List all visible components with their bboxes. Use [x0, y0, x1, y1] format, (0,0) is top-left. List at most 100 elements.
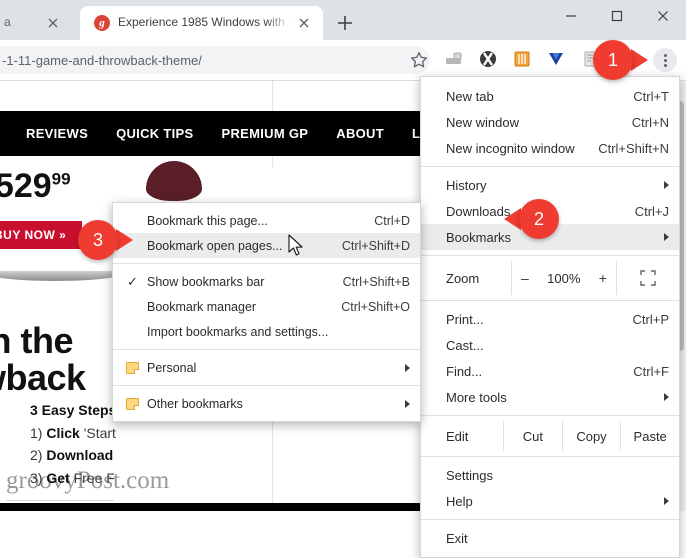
- address-bar[interactable]: -1-11-game-and-throwback-theme/: [0, 46, 430, 74]
- menu-item-label: New incognito window: [446, 140, 575, 156]
- callout-tail: [116, 229, 133, 251]
- hat-image: [146, 161, 202, 201]
- menu-item-label: Print...: [446, 311, 484, 327]
- zoom-out-button[interactable]: –: [521, 270, 529, 286]
- edit-label: Edit: [421, 421, 504, 451]
- menu-item-new-tab[interactable]: New tab Ctrl+T: [421, 83, 679, 109]
- folder-icon: [126, 361, 139, 374]
- buy-now-button[interactable]: BUY NOW »: [0, 221, 83, 249]
- bookmarks-submenu: Bookmark this page... Ctrl+D Bookmark op…: [112, 202, 421, 422]
- menu-item-exit[interactable]: Exit: [421, 525, 679, 551]
- submenu-item-label: Other bookmarks: [147, 396, 243, 411]
- ad-price-dollars: 1529: [0, 167, 52, 205]
- callout-badge-1: 1: [593, 40, 648, 80]
- nav-item-reviews[interactable]: REVIEWS: [26, 126, 88, 141]
- menu-item-new-incognito-window[interactable]: New incognito window Ctrl+Shift+N: [421, 135, 679, 161]
- bookmark-folder-other-bookmarks[interactable]: Other bookmarks: [113, 391, 420, 416]
- chevron-right-icon: [405, 399, 410, 408]
- close-icon[interactable]: [46, 16, 60, 30]
- three-dot-glyph: [663, 53, 667, 67]
- menu-item-label: New tab: [446, 88, 494, 104]
- zoom-controls: – 100% +: [511, 261, 617, 295]
- watermark-underline: [6, 500, 114, 501]
- menu-item-label: History: [446, 177, 487, 193]
- submenu-item-label: Bookmark this page...: [147, 213, 268, 228]
- menu-zoom-row: Zoom – 100% +: [421, 261, 679, 295]
- zoom-in-button[interactable]: +: [599, 270, 607, 286]
- cut-button[interactable]: Cut: [504, 421, 563, 451]
- chevron-right-icon: [664, 497, 669, 505]
- chevron-right-icon: [664, 233, 669, 241]
- callout-badge-2: 2: [504, 199, 559, 239]
- browser-toolbar: -1-11-game-and-throwback-theme/: [0, 40, 686, 81]
- menu-item-settings[interactable]: Settings: [421, 462, 679, 488]
- import-bookmarks-and-settings[interactable]: Import bookmarks and settings...: [113, 319, 420, 344]
- checkmark-icon: ✓: [127, 273, 138, 289]
- promo-step-2-bold: Download: [46, 447, 114, 464]
- menu-item-label: Cast...: [446, 337, 484, 353]
- menu-item-shortcut: Ctrl+T: [633, 88, 669, 104]
- nav-item-quick-tips[interactable]: QUICK TIPS: [116, 126, 193, 141]
- callout-badge-3: 3: [78, 220, 133, 260]
- menu-item-shortcut: Ctrl+N: [631, 114, 669, 130]
- three-dot-menu-icon[interactable]: [653, 48, 677, 72]
- bookmark-manager[interactable]: Bookmark manager Ctrl+Shift+O: [113, 294, 420, 319]
- menu-separator: [421, 415, 679, 416]
- menu-item-new-window[interactable]: New window Ctrl+N: [421, 109, 679, 135]
- promo-step-2-num: 2): [30, 447, 43, 464]
- active-tab-title: Experience 1985 Windows with t: [118, 15, 290, 29]
- menu-item-label: Settings: [446, 467, 493, 483]
- menu-item-find[interactable]: Find... Ctrl+F: [421, 358, 679, 384]
- bookmark-open-pages[interactable]: Bookmark open pages... Ctrl+Shift+D: [113, 233, 420, 258]
- menu-item-more-tools[interactable]: More tools: [421, 384, 679, 410]
- mouse-cursor: [288, 234, 305, 263]
- zoom-label: Zoom: [446, 270, 480, 286]
- bookmark-folder-personal[interactable]: Personal: [113, 355, 420, 380]
- menu-separator: [421, 456, 679, 457]
- submenu-item-label: Bookmark manager: [147, 299, 257, 314]
- new-tab-button[interactable]: [334, 12, 356, 34]
- minimize-button[interactable]: [548, 0, 594, 32]
- site-favicon-icon: g: [94, 15, 110, 31]
- chevron-right-icon: [664, 393, 669, 401]
- menu-item-print[interactable]: Print... Ctrl+P: [421, 306, 679, 332]
- maximize-button[interactable]: [594, 0, 640, 32]
- copy-button[interactable]: Copy: [563, 421, 622, 451]
- menu-separator: [421, 166, 679, 167]
- menu-item-label: Bookmarks: [446, 229, 512, 245]
- menu-item-label: New window: [446, 114, 519, 130]
- extension-icon-1[interactable]: [444, 49, 464, 69]
- promo-step-3-bold: Get: [46, 470, 70, 487]
- paste-button[interactable]: Paste: [621, 421, 679, 451]
- chrome-main-menu: New tab Ctrl+T New window Ctrl+N New inc…: [420, 76, 680, 558]
- extension-icon-2[interactable]: [478, 49, 498, 69]
- callout-number: 2: [533, 208, 544, 229]
- show-bookmarks-bar[interactable]: ✓ Show bookmarks bar Ctrl+Shift+B: [113, 269, 420, 294]
- submenu-item-label: Show bookmarks bar: [147, 274, 265, 289]
- menu-item-shortcut: Ctrl+Shift+N: [598, 140, 669, 156]
- menu-separator: [421, 255, 679, 256]
- menu-separator: [421, 300, 679, 301]
- folder-icon: [126, 397, 139, 410]
- nav-item-premium-gp[interactable]: PREMIUM GP: [221, 126, 308, 141]
- active-tab[interactable]: g Experience 1985 Windows with t: [80, 6, 323, 40]
- menu-item-shortcut: Ctrl+J: [634, 203, 669, 219]
- ad-price-cents: 99: [51, 169, 71, 189]
- nav-item-about[interactable]: ABOUT: [336, 126, 384, 141]
- close-button[interactable]: [640, 0, 686, 32]
- submenu-separator: [113, 349, 420, 350]
- fullscreen-icon[interactable]: [617, 261, 679, 295]
- bookmark-this-page[interactable]: Bookmark this page... Ctrl+D: [113, 208, 420, 233]
- inactive-tab[interactable]: a: [0, 6, 70, 40]
- extension-icon-4[interactable]: [546, 49, 566, 69]
- inactive-tab-title: a: [4, 15, 11, 29]
- extension-icon-3[interactable]: [512, 49, 532, 69]
- menu-item-help[interactable]: Help: [421, 488, 679, 514]
- close-icon[interactable]: [297, 16, 311, 30]
- menu-item-label: Help: [446, 493, 473, 509]
- promo-step-1-rest: 'Start: [79, 424, 116, 441]
- menu-item-cast[interactable]: Cast...: [421, 332, 679, 358]
- bookmark-star-icon[interactable]: [409, 50, 429, 70]
- chrome-browser-window: a g Experience 1985 Windows with t -1-11…: [0, 0, 686, 558]
- menu-item-history[interactable]: History: [421, 172, 679, 198]
